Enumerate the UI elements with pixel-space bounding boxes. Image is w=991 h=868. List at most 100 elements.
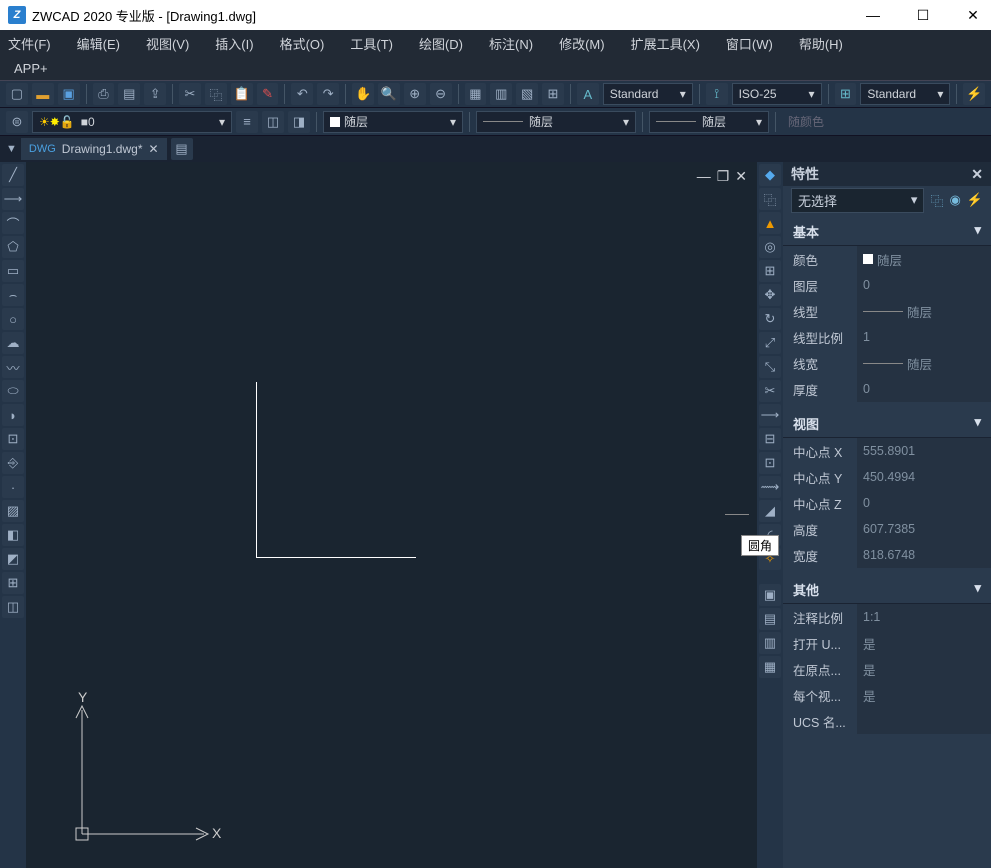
menu-help[interactable]: 帮助(H) — [799, 34, 843, 53]
region-icon[interactable]: ◩ — [2, 548, 24, 570]
prop-linetype[interactable]: 随层 — [857, 298, 991, 324]
ray-icon[interactable]: ⟶ — [2, 188, 24, 210]
properties-close-icon[interactable]: ✕ — [971, 166, 983, 183]
calc-icon[interactable]: ⊞ — [542, 83, 564, 105]
color-combo[interactable]: 随层▾ — [323, 111, 463, 133]
new-tab-icon[interactable]: ▤ — [171, 138, 193, 160]
erase-icon[interactable]: ◆ — [759, 164, 781, 186]
layer-prev-icon[interactable]: ≡ — [236, 111, 258, 133]
properties-icon[interactable]: ▦ — [465, 83, 487, 105]
menu-format[interactable]: 格式(O) — [280, 34, 325, 53]
menu-view[interactable]: 视图(V) — [146, 34, 189, 53]
pline-icon[interactable]: ⌒ — [2, 212, 24, 234]
tool-palette-icon[interactable]: ▧ — [516, 83, 538, 105]
lineweight-combo[interactable]: 随层▾ — [649, 111, 769, 133]
plot-style-combo[interactable]: 随颜色 — [782, 111, 872, 133]
layer-combo[interactable]: ☀✸🔓 ■ 0▾ — [32, 111, 232, 133]
design-center-icon[interactable]: ▥ — [490, 83, 512, 105]
offset-icon[interactable]: ◎ — [759, 236, 781, 258]
ellipse-arc-icon[interactable]: ◗ — [2, 404, 24, 426]
open-icon[interactable]: ▬ — [32, 83, 54, 105]
polygon-icon[interactable]: ⬠ — [2, 236, 24, 258]
prop-height[interactable]: 607.7385 — [857, 516, 991, 542]
section-view[interactable]: 视图▾ — [783, 410, 991, 438]
break-icon[interactable]: ⊡ — [759, 452, 781, 474]
prop-linescale[interactable]: 1 — [857, 324, 991, 350]
doc-minimize-icon[interactable]: — — [697, 168, 711, 185]
menu-file[interactable]: 文件(F) — [8, 34, 51, 53]
menu-extensions[interactable]: 扩展工具(X) — [631, 34, 700, 53]
section-other[interactable]: 其他▾ — [783, 576, 991, 604]
circle-icon[interactable]: ○ — [2, 308, 24, 330]
prop-anno-scale[interactable]: 1:1 — [857, 604, 991, 630]
text-style-icon[interactable]: A — [577, 83, 599, 105]
selection-combo[interactable]: 无选择▾ — [791, 188, 924, 213]
doc-restore-icon[interactable]: ❐ — [717, 168, 730, 185]
dim-style-icon[interactable]: ⟟ — [706, 83, 728, 105]
join-icon[interactable]: ⟿ — [759, 476, 781, 498]
stretch-icon[interactable]: ⤡ — [759, 356, 781, 378]
match-icon[interactable]: ✎ — [257, 83, 279, 105]
prop-open-ucs[interactable]: 是 — [857, 630, 991, 656]
copy-obj-icon[interactable]: ⿻ — [759, 188, 781, 210]
prop-per-view[interactable]: 是 — [857, 682, 991, 708]
linetype-combo[interactable]: 随层▾ — [476, 111, 636, 133]
undo-icon[interactable]: ↶ — [291, 83, 313, 105]
zoom-prev-icon[interactable]: ⊖ — [430, 83, 452, 105]
menu-modify[interactable]: 修改(M) — [559, 34, 605, 53]
dim-style-combo[interactable]: ISO-25▾ — [732, 83, 822, 105]
quick-select-icon[interactable]: ⿻ — [930, 191, 943, 210]
menu-window[interactable]: 窗口(W) — [726, 34, 773, 53]
make-block-icon[interactable]: ⎆ — [2, 452, 24, 474]
mirror-icon[interactable]: ▲ — [759, 212, 781, 234]
hatch-icon[interactable]: ▨ — [2, 500, 24, 522]
rectangle-icon[interactable]: ▭ — [2, 260, 24, 282]
cut-icon[interactable]: ✂ — [179, 83, 201, 105]
draworder-above-icon[interactable]: ▥ — [759, 632, 781, 654]
maximize-button[interactable]: ☐ — [913, 5, 933, 25]
preview-icon[interactable]: ▤ — [118, 83, 140, 105]
publish-icon[interactable]: ⇪ — [144, 83, 166, 105]
tab-close-icon[interactable]: ✕ — [149, 142, 159, 156]
draworder-bottom-icon[interactable]: ▤ — [759, 608, 781, 630]
zoom-icon[interactable]: ⊕ — [404, 83, 426, 105]
scale-icon[interactable]: ⤢ — [759, 332, 781, 354]
prop-lineweight[interactable]: 随层 — [857, 350, 991, 376]
menu-insert[interactable]: 插入(I) — [215, 34, 253, 53]
insert-block-icon[interactable]: ⊡ — [2, 428, 24, 450]
menu-dimension[interactable]: 标注(N) — [489, 34, 533, 53]
document-tab[interactable]: DWG Drawing1.dwg* ✕ — [21, 138, 167, 160]
move-icon[interactable]: ✥ — [759, 284, 781, 306]
doc-close-icon[interactable]: ✕ — [735, 168, 747, 185]
new-icon[interactable]: ▢ — [6, 83, 28, 105]
line-icon[interactable]: ╱ — [2, 164, 24, 186]
prop-color[interactable]: 随层 — [857, 246, 991, 272]
prop-ucs-name[interactable] — [857, 708, 991, 734]
prop-center-z[interactable]: 0 — [857, 490, 991, 516]
table-style-icon[interactable]: ⊞ — [835, 83, 857, 105]
toggle-pick-icon[interactable]: ⚡ — [967, 192, 983, 208]
menu-tools[interactable]: 工具(T) — [350, 34, 393, 53]
rotate-icon[interactable]: ↻ — [759, 308, 781, 330]
prop-layer[interactable]: 0 — [857, 272, 991, 298]
minimize-button[interactable]: — — [863, 5, 883, 25]
array-icon[interactable]: ⊞ — [759, 260, 781, 282]
tab-pin-icon[interactable]: ▼ — [6, 143, 17, 155]
spline-icon[interactable]: 〰 — [2, 356, 24, 378]
layer-iso-icon[interactable]: ◨ — [288, 111, 310, 133]
chamfer-icon[interactable]: ◢ — [759, 500, 781, 522]
menu-edit[interactable]: 编辑(E) — [77, 34, 120, 53]
mtext-icon[interactable]: ◫ — [2, 596, 24, 618]
paste-icon[interactable]: 📋 — [231, 83, 253, 105]
text-style-combo[interactable]: Standard▾ — [603, 83, 693, 105]
prop-thickness[interactable]: 0 — [857, 376, 991, 402]
drawing-canvas[interactable]: — ❐ ✕ Y X — [26, 162, 757, 868]
table-icon[interactable]: ⊞ — [2, 572, 24, 594]
close-button[interactable]: ✕ — [963, 5, 983, 25]
help-icon[interactable]: ⚡ — [963, 83, 985, 105]
save-icon[interactable]: ▣ — [58, 83, 80, 105]
layer-state-icon[interactable]: ◫ — [262, 111, 284, 133]
copy-icon[interactable]: ⿻ — [205, 83, 227, 105]
zoom-realtime-icon[interactable]: 🔍 — [378, 83, 400, 105]
ellipse-icon[interactable]: ⬭ — [2, 380, 24, 402]
